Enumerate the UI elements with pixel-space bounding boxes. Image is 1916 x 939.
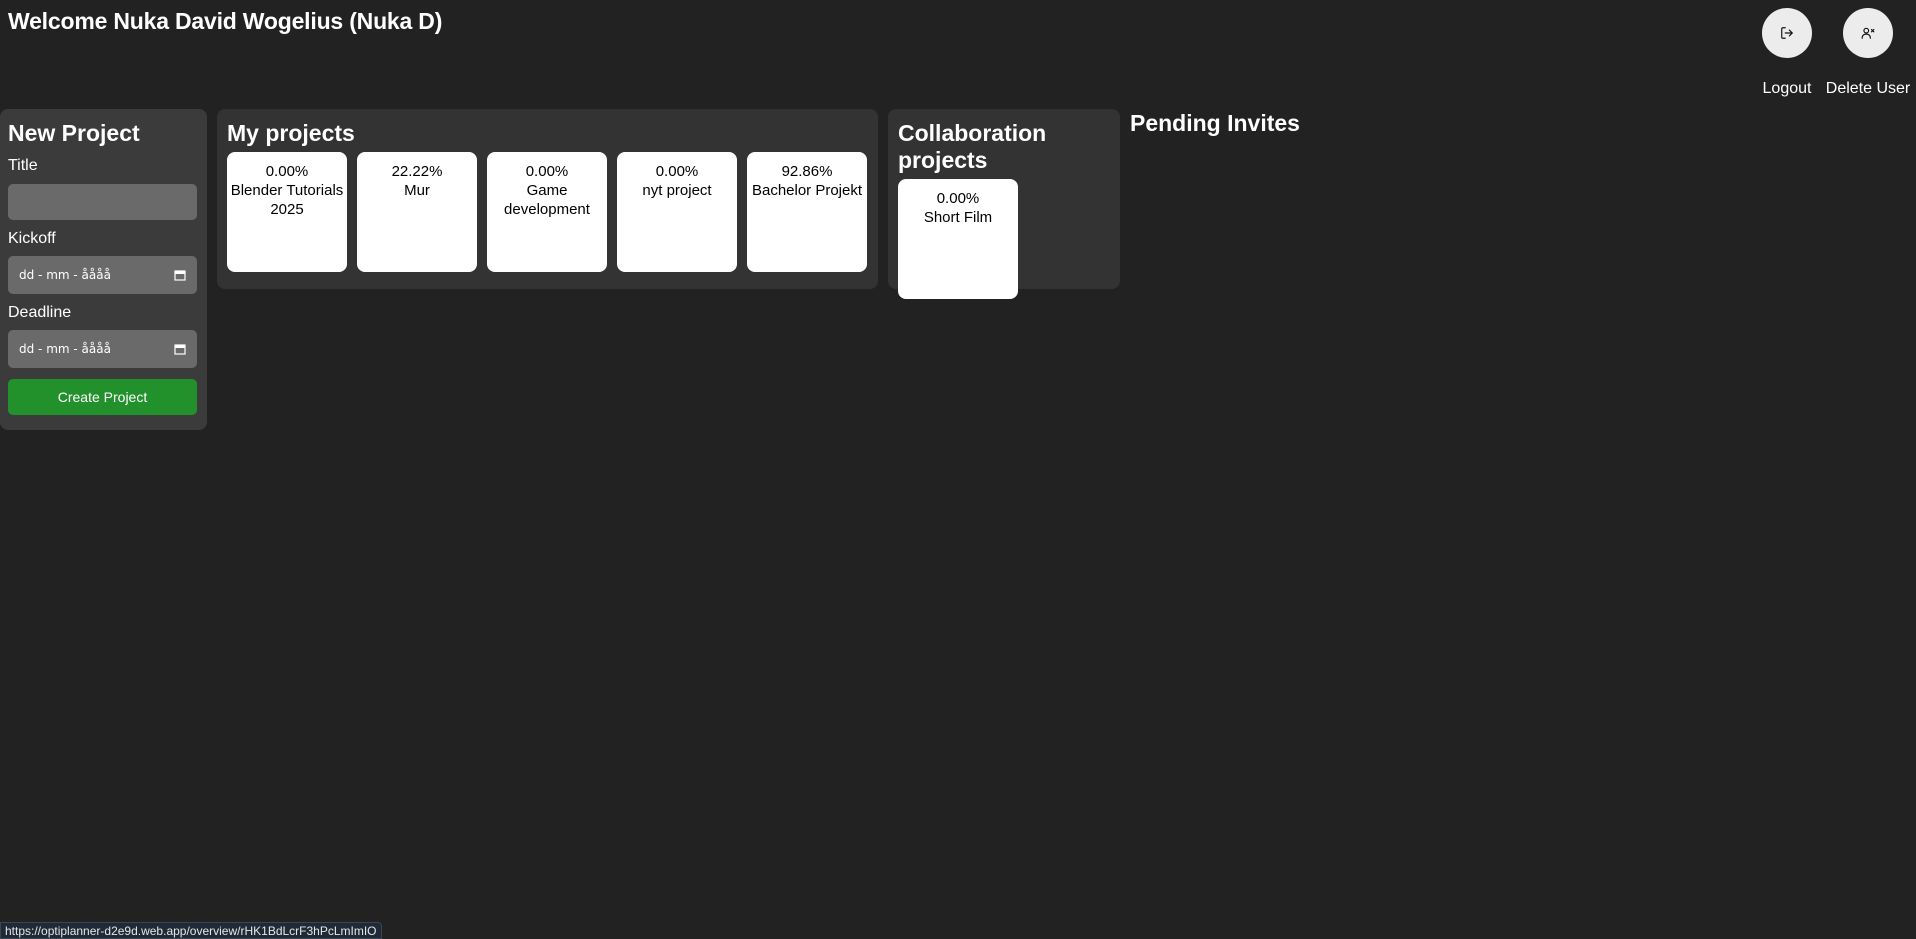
project-progress: 22.22% [391,163,443,180]
calendar-icon[interactable] [174,269,186,281]
user-remove-icon [1861,27,1875,39]
my-projects-list: 0.00% Blender Tutorials 2025 22.22% Mur … [227,152,868,272]
project-progress: 0.00% [936,190,980,207]
my-projects-panel: My projects 0.00% Blender Tutorials 2025… [217,109,878,289]
project-progress: 0.00% [525,163,569,180]
calendar-icon[interactable] [174,343,186,355]
pending-invites-title: Pending Invites [1130,110,1300,136]
deadline-label: Deadline [8,304,72,321]
project-card[interactable]: 0.00% Blender Tutorials 2025 [227,152,347,272]
collaboration-projects-list: 0.00% Short Film [898,179,1110,299]
deadline-date-placeholder: dd - mm - åååå [19,342,111,356]
title-label: Title [8,157,38,174]
user-actions: Logout Delete User [1756,8,1916,103]
collaboration-projects-title: Collaboration projects [898,120,1047,173]
project-card[interactable]: 0.00% Game development [487,152,607,272]
delete-user-label[interactable]: Delete User [1826,80,1910,98]
kickoff-date-placeholder: dd - mm - åååå [19,268,111,282]
project-progress: 0.00% [655,163,699,180]
welcome-heading: Welcome Nuka David Wogelius (Nuka D) [8,8,443,34]
project-name: nyt project [642,182,712,199]
project-card[interactable]: 0.00% nyt project [617,152,737,272]
delete-user-button[interactable] [1843,8,1893,58]
deadline-date-input[interactable]: dd - mm - åååå [8,330,197,368]
project-name: Mur [404,182,430,199]
logout-button[interactable] [1762,8,1812,58]
project-name: Blender Tutorials 2025 [230,182,344,218]
project-name: Short Film [923,209,993,226]
project-name: Bachelor Projekt [751,182,863,199]
kickoff-label: Kickoff [8,230,56,247]
logout-icon [1781,27,1793,39]
project-progress: 92.86% [781,163,833,180]
project-card[interactable]: 0.00% Short Film [898,179,1018,299]
kickoff-date-input[interactable]: dd - mm - åååå [8,256,197,294]
my-projects-title: My projects [227,120,355,146]
project-name: Game development [504,182,590,218]
project-card[interactable]: 92.86% Bachelor Projekt [747,152,867,272]
title-input[interactable] [8,184,197,220]
project-progress: 0.00% [265,163,309,180]
create-project-button[interactable]: Create Project [8,379,197,415]
project-card[interactable]: 22.22% Mur [357,152,477,272]
collaboration-projects-panel: Collaboration projects 0.00% Short Film [888,109,1120,299]
link-status-bar: https://optiplanner-d2e9d.web.app/overvi… [0,922,382,939]
new-project-panel: New Project Title Kickoff dd - mm - åååå… [0,109,207,430]
new-project-title: New Project [8,120,140,146]
logout-label[interactable]: Logout [1762,80,1812,98]
